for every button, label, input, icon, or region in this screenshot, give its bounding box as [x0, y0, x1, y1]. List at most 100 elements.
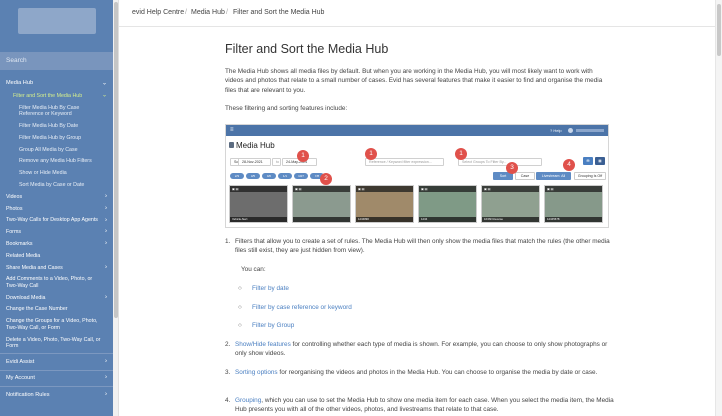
link-label: Filter by date — [252, 285, 289, 292]
chevron-right-icon: › — [105, 358, 107, 365]
filter-by-date-link[interactable]: ○ Filter by date — [238, 284, 289, 293]
sidebar-menu: Media Hub ⌄ Filter and Sort the Media Hub… — [0, 77, 113, 402]
callout-badge: 3 — [506, 162, 518, 174]
sidebar-item-my-account[interactable]: My Account › — [0, 372, 113, 385]
intro-paragraph: The Media Hub shows all media files by d… — [225, 68, 603, 94]
list-body: for reorganising the videos and photos i… — [277, 369, 598, 376]
thumbnail-caption: 12345678 — [545, 217, 602, 222]
list-number: 3. — [225, 369, 231, 376]
grouping-button: Grouping Is Off — [574, 172, 606, 180]
list-number: 2. — [225, 341, 231, 348]
breadcrumb-current: Filter and Sort the Media Hub — [233, 9, 325, 16]
filter-by-group-link[interactable]: ○ Filter by Group — [238, 321, 294, 330]
sidebar-item-remove-filters[interactable]: Remove any Media Hub Filters — [0, 156, 113, 168]
user-icon — [568, 128, 573, 133]
screenshot-title: Media Hub — [236, 141, 275, 150]
page-scrollbar[interactable] — [715, 0, 722, 416]
chevron-right-icon: › — [105, 375, 107, 382]
sidebar-item-download-media[interactable]: Download Media › — [0, 292, 113, 304]
you-can-label: You can: — [241, 266, 266, 273]
reference-filter-field: Reference / Keyword filter expression... — [365, 158, 444, 166]
media-type-pill: 3/5 — [246, 173, 260, 179]
thumbnail-caption: 1234890 — [356, 217, 413, 222]
chevron-right-icon: › — [105, 264, 107, 271]
sidebar-item-filter-sort[interactable]: Filter and Sort the Media Hub ⌄ — [0, 90, 113, 102]
sidebar-item-group-by-case[interactable]: Group All Media by Case — [0, 144, 113, 156]
breadcrumb-media-hub-link[interactable]: Media Hub — [191, 9, 225, 16]
breadcrumb-separator: / — [185, 9, 187, 16]
sidebar-item-delete-media[interactable]: Delete a Video, Photo, Two-Way Call, or … — [0, 334, 113, 352]
media-type-pill: 10/7 — [294, 173, 308, 179]
sidebar-item-label: Evidi Assist — [6, 358, 35, 365]
page-title: Filter and Sort the Media Hub — [225, 42, 389, 56]
livestream-button: Livestream: All — [536, 172, 571, 180]
menu-icon: ≡ — [230, 127, 234, 133]
list-number: 1. — [225, 238, 231, 245]
list-text: Show/Hide features for controlling wheth… — [235, 340, 615, 359]
sidebar-item-bookmarks[interactable]: Bookmarks › — [0, 238, 113, 250]
chevron-right-icon: › — [105, 217, 107, 224]
chevron-down-icon: ⌄ — [101, 92, 107, 99]
media-thumbnail: ▣ ▤ 1234890 — [355, 185, 414, 223]
sidebar-item-label: Download Media — [6, 294, 46, 301]
divider — [0, 353, 113, 355]
breadcrumb-home-link[interactable]: evid Help Centre — [132, 9, 184, 16]
media-thumbnail: ▣ ▤ 16/09/ Reverse — [481, 185, 540, 223]
sidebar-item-filter-date[interactable]: Filter Media Hub By Date — [0, 121, 113, 133]
thumbnail-bar: ▣ ▤ — [230, 186, 287, 192]
sidebar-item-label: Bookmarks — [6, 240, 33, 247]
chevron-right-icon: › — [105, 294, 107, 301]
divider — [0, 386, 113, 388]
sidebar-item-change-case-number[interactable]: Change the Case Number — [0, 304, 113, 316]
sidebar-item-label: Filter and Sort the Media Hub — [13, 92, 83, 99]
sidebar-item-forms[interactable]: Forms › — [0, 227, 113, 239]
sidebar-item-change-groups[interactable]: Change the Groups for a Video, Photo, Tw… — [0, 316, 113, 334]
callout-badge: 1 — [455, 148, 467, 160]
sidebar-item-media-hub[interactable]: Media Hub ⌄ — [0, 77, 113, 90]
search-input[interactable]: Search — [0, 52, 113, 70]
sidebar-item-sort-media[interactable]: Sort Media by Case or Date — [0, 179, 113, 191]
divider — [0, 369, 113, 371]
filter-button: ⛃ — [583, 157, 593, 165]
sidebar-item-label: Media Hub — [6, 80, 34, 87]
sidebar-item-notification-rules[interactable]: Notification Rules › — [0, 388, 113, 401]
list-item-3: 3. Sorting options for reorganising the … — [225, 368, 615, 388]
sorting-options-link[interactable]: Sorting options — [235, 369, 278, 376]
sidebar-item-label: Share Media and Cases — [6, 264, 63, 271]
thumbnail-caption — [293, 217, 350, 222]
sidebar-item-evidi-assist[interactable]: Evidi Assist › — [0, 355, 113, 368]
grouping-link[interactable]: Grouping — [235, 397, 261, 404]
thumbnail-caption: 1234 — [419, 217, 476, 222]
list-item-1: 1. Filters that allow you to create a se… — [225, 237, 615, 257]
scrollbar-thumb[interactable] — [114, 2, 118, 318]
list-body: for controlling whether each type of med… — [235, 341, 608, 358]
sidebar-item-filter-case-ref[interactable]: Filter Media Hub By Case Reference or Ke… — [0, 102, 113, 120]
sidebar-item-show-hide[interactable]: Show or Hide Media — [0, 168, 113, 180]
sidebar-item-videos[interactable]: Videos › — [0, 191, 113, 203]
user-name-bar — [576, 129, 604, 132]
show-hide-link[interactable]: Show/Hide features — [235, 341, 291, 348]
list-item-2: 2. Show/Hide features for controlling wh… — [225, 340, 615, 360]
sidebar-item-add-comments[interactable]: Add Comments to a Video, Photo, or Two-W… — [0, 274, 113, 292]
bullet: ○ — [238, 285, 242, 292]
thumbnail-bar: ▣ ▤ — [356, 186, 413, 192]
date-to-label: to — [272, 158, 281, 166]
sidebar-item-related-media[interactable]: Related Media — [0, 250, 113, 262]
media-thumbnail: ▣ ▤ 1234 — [418, 185, 477, 223]
article: Filter and Sort the Media Hub The Media … — [119, 27, 715, 416]
bullet: ○ — [238, 322, 242, 329]
media-hub-screenshot: ≡ ? Help Media Hub Sort 28-Nov-2021 to 2… — [225, 124, 609, 228]
filter-by-case-ref-link[interactable]: ○ Filter by case reference or keyword — [238, 303, 352, 312]
sidebar-item-label: Videos — [6, 193, 23, 200]
thumbnail-caption: 16/09/ Reverse — [482, 217, 539, 222]
callout-badge: 4 — [563, 159, 575, 171]
screenshot-topbar: ≡ ? Help — [226, 125, 608, 136]
sidebar-item-two-way-calls[interactable]: Two-Way Calls for Desktop App Agents › — [0, 215, 113, 227]
breadcrumb: evid Help Centre / Media Hub / Filter an… — [119, 0, 715, 27]
sidebar-item-filter-group[interactable]: Filter Media Hub by Group — [0, 132, 113, 144]
sidebar-item-photos[interactable]: Photos › — [0, 203, 113, 215]
scrollbar-thumb[interactable] — [717, 4, 721, 56]
logo — [18, 8, 96, 34]
sidebar-item-label: Notification Rules — [6, 391, 50, 398]
sidebar-item-share-media[interactable]: Share Media and Cases › — [0, 262, 113, 274]
